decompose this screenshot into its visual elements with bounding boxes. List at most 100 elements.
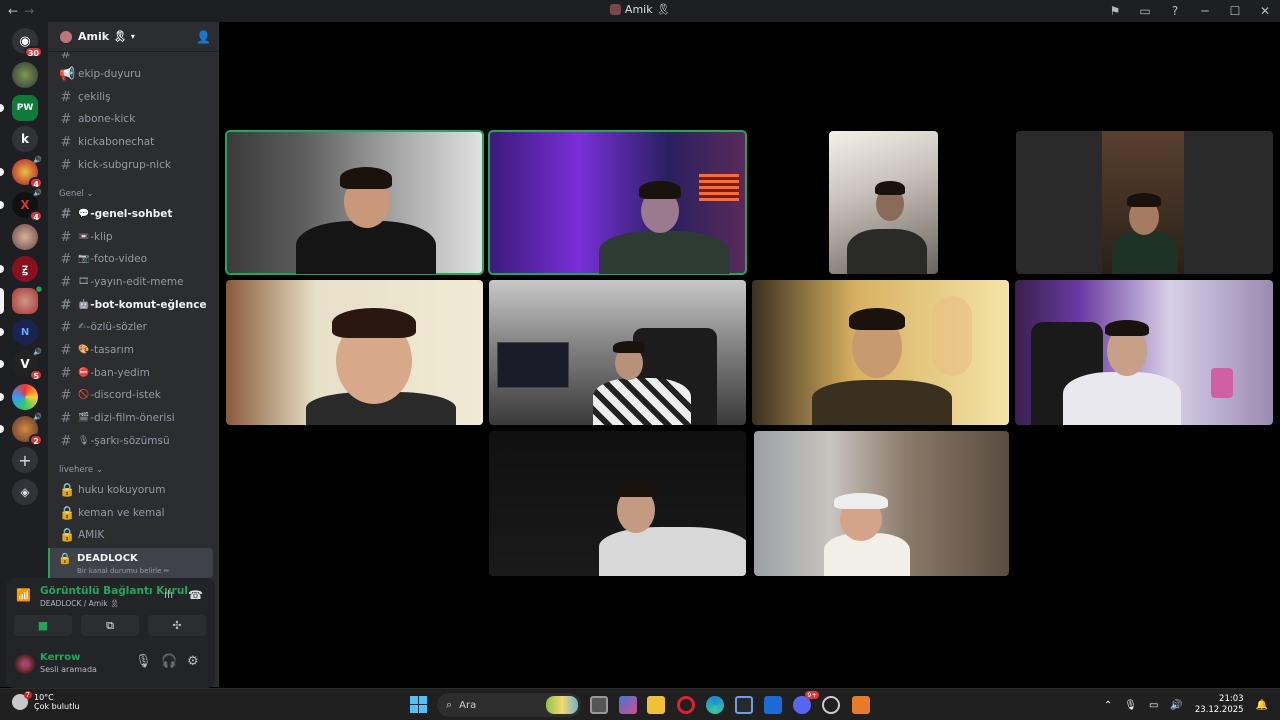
channel-genel-sohbet[interactable]: # 💬 -genel-sohbet	[55, 204, 212, 224]
taskbar-search[interactable]: ⌕ Ara	[437, 693, 581, 717]
chevron-up-icon[interactable]: ⌃	[1104, 700, 1112, 711]
channel-ekip-duyuru[interactable]: 📢 ekip-duyuru	[55, 64, 212, 84]
app-icon[interactable]	[852, 696, 870, 714]
channel-dizi-film-onerisi[interactable]: # 🎬 -dizi-film-önerisi	[55, 408, 212, 428]
server-x[interactable]: X 🔊 4	[0, 189, 43, 222]
screen-share-button[interactable]: ⧉	[81, 615, 139, 636]
maximize-button[interactable]: ☐	[1220, 4, 1250, 18]
channel-name: -özlü-sözler	[86, 321, 147, 333]
channel-status-hint[interactable]: Bir kanal durumu belirle ✏	[77, 567, 170, 575]
clock[interactable]: 21:03 23.12.2025	[1195, 694, 1244, 716]
channel-kickabonechat[interactable]: # kickabonechat	[55, 132, 212, 152]
voice-channel-deadlock[interactable]: 🔒 DEADLOCK Bir kanal durumu belirle ✏	[48, 548, 213, 578]
video-tile-participant-1[interactable]	[225, 130, 484, 275]
server-face[interactable]	[12, 224, 38, 250]
opera-icon[interactable]	[677, 696, 695, 714]
video-tile-participant-10[interactable]	[754, 431, 1009, 576]
channel-tasarim[interactable]: # 🎨 -tasarım	[55, 340, 212, 360]
back-arrow-icon[interactable]: ←	[8, 4, 18, 18]
forward-arrow-icon[interactable]: →	[24, 4, 34, 18]
server-v[interactable]: V 🔊 5	[0, 348, 43, 381]
file-explorer-icon[interactable]	[647, 696, 665, 714]
channel-discord-istek[interactable]: # 🚫 -discord-istek	[55, 385, 212, 405]
microphone-icon[interactable]: 🎙	[1124, 700, 1137, 711]
help-icon[interactable]: ?	[1160, 4, 1190, 18]
microphone-icon: 🎙	[78, 436, 90, 446]
add-user-icon[interactable]: 👤	[196, 30, 211, 44]
chrome-icon[interactable]	[822, 696, 840, 714]
discover-compass-icon[interactable]: ◈	[12, 479, 38, 505]
channel-ban-yedim[interactable]: # ⛔ -ban-yedim	[55, 363, 212, 383]
hash-icon: #	[60, 433, 72, 449]
window-title-text: Amik 🎗	[624, 3, 671, 16]
video-tile-participant-3[interactable]	[829, 131, 938, 274]
add-server-plus-icon[interactable]: +	[12, 447, 38, 473]
headphones-icon[interactable]: 🎧	[161, 654, 177, 669]
server-red-logo[interactable]: Ꙃ	[0, 256, 38, 282]
notification-bell-icon[interactable]: 🔔	[1256, 700, 1268, 711]
server-fruit[interactable]: 🔊 4	[0, 156, 43, 189]
edge-icon[interactable]	[706, 696, 724, 714]
signal-icon[interactable]: 📶	[16, 588, 31, 602]
video-tile-participant-5[interactable]	[226, 280, 483, 425]
channel-name: -dizi-film-önerisi	[90, 412, 175, 424]
mail-icon[interactable]	[764, 696, 782, 714]
server-header[interactable]: Amik 🎗 ▾ 👤	[48, 22, 219, 52]
server-colorful[interactable]	[0, 384, 38, 410]
channel-ozlu-sozler[interactable]: # ✍ -özlü-sözler	[55, 317, 212, 337]
channel-sarki-sozumsu[interactable]: # 🎙 -şarkı-sözümsü	[55, 431, 212, 451]
store-icon[interactable]	[735, 696, 753, 714]
video-tile-participant-9[interactable]	[489, 431, 746, 576]
flag-icon[interactable]: ⚑	[1100, 4, 1130, 18]
volume-icon[interactable]: 🔊	[1170, 700, 1182, 711]
video-tile-participant-7[interactable]	[752, 280, 1009, 425]
channel-partial[interactable]: #	[55, 52, 212, 64]
noise-suppression-icon[interactable]: ılı	[164, 588, 173, 601]
channel-bot-komut-eglence[interactable]: # 🤖 -bot-komut-eğlence	[55, 295, 212, 315]
minimize-button[interactable]: ─	[1190, 4, 1220, 18]
connection-channel[interactable]: DEADLOCK / Amik 🎗	[40, 599, 119, 608]
video-tile-participant-4[interactable]	[1016, 131, 1273, 274]
channel-kick-subgrup-nick[interactable]: # kick-subgrup-nick	[55, 155, 212, 175]
activity-button[interactable]: ✣	[148, 615, 206, 636]
channel-klip[interactable]: # 📼 -klip	[55, 227, 212, 247]
activity-icon: ✣	[172, 619, 182, 632]
server-bear[interactable]: 🔊 2	[0, 413, 43, 446]
disconnect-phone-icon[interactable]: ☎	[188, 588, 203, 602]
video-tile-participant-2[interactable]	[488, 130, 747, 275]
channel-yayin-edit-meme[interactable]: # 🎞 -yayın-edit-meme	[55, 272, 212, 292]
camera-button[interactable]: ■	[14, 615, 72, 636]
server-active[interactable]: ●	[0, 285, 42, 314]
username[interactable]: Kerrow	[40, 652, 80, 663]
channel-foto-video[interactable]: # 📷 -foto-video	[55, 249, 212, 269]
server-pw[interactable]: PW	[0, 95, 38, 121]
server-k[interactable]: k	[12, 126, 38, 152]
inbox-icon[interactable]: ▭	[1130, 4, 1160, 18]
avatar[interactable]	[15, 654, 35, 674]
microphone-icon[interactable]: 🎙	[135, 654, 152, 669]
task-view-icon[interactable]	[590, 696, 608, 714]
voice-channel-huku-kokuyorum[interactable]: 🔒 huku kokuyorum	[55, 480, 212, 500]
server-blue-logo[interactable]: N	[0, 319, 38, 345]
network-icon[interactable]: ▭	[1149, 700, 1158, 711]
channel-abone-kick[interactable]: # abone-kick	[55, 109, 212, 129]
close-button[interactable]: ✕	[1250, 4, 1280, 18]
unread-pip	[0, 328, 4, 336]
home-button[interactable]: ◉ 30	[12, 28, 43, 58]
m365-icon[interactable]	[619, 696, 637, 714]
category-genel[interactable]: Genel ⌄	[59, 189, 94, 199]
voice-channel-keman-ve-kemal[interactable]: 🔒 keman ve kemal	[55, 503, 212, 523]
video-tile-participant-6[interactable]	[489, 280, 746, 425]
start-button[interactable]	[410, 696, 427, 713]
weather-widget[interactable]: 7 10°C Çok bulutlu	[12, 691, 80, 711]
channel-cekilis[interactable]: # çekiliş	[55, 87, 212, 107]
headset-object	[834, 493, 888, 509]
gear-icon[interactable]: ⚙	[187, 654, 199, 669]
discord-icon[interactable]: 9+	[793, 691, 819, 714]
participant-silhouette	[593, 378, 691, 425]
server-v-label: V	[20, 357, 30, 371]
voice-channel-amik[interactable]: 🔒 AMIK	[55, 525, 212, 545]
category-livehere[interactable]: livehere ⌄	[59, 465, 103, 475]
video-tile-participant-8[interactable]	[1015, 280, 1273, 425]
server-green-monster[interactable]	[12, 62, 38, 88]
